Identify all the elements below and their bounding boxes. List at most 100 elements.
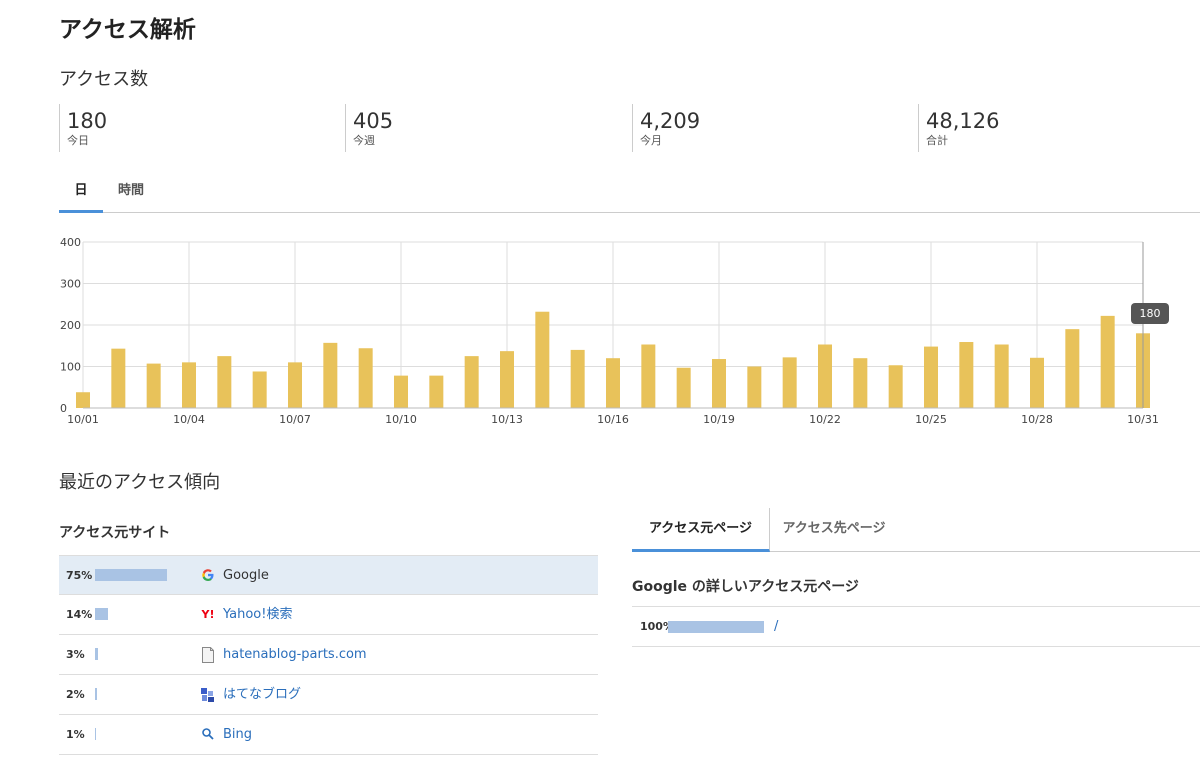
page-tabs: アクセス元ページ アクセス先ページ xyxy=(632,508,1200,552)
x-tick-label: 10/19 xyxy=(703,413,735,426)
chart-bar xyxy=(853,358,868,408)
chart-bar xyxy=(146,363,161,408)
stat-week-label: 今週 xyxy=(353,134,375,147)
chart-bar xyxy=(570,349,585,408)
stat-today-value: 180 xyxy=(67,109,108,133)
google-detail-title: Google の詳しいアクセス元ページ xyxy=(632,579,859,595)
x-tick-label: 10/25 xyxy=(915,413,947,426)
recent-trend-title: 最近のアクセス傾向 xyxy=(59,472,221,493)
chart-bar xyxy=(111,348,126,408)
chart-bar xyxy=(323,342,338,408)
chart-bar xyxy=(747,366,762,408)
y-tick-label: 300 xyxy=(60,278,81,291)
chart-bar xyxy=(76,392,90,408)
stat-today: 180 今日 xyxy=(59,104,107,152)
chart-bar xyxy=(676,367,691,408)
chart-bar xyxy=(288,362,302,408)
stat-total: 48,126 合計 xyxy=(918,104,999,152)
tab-day[interactable]: 日 xyxy=(59,172,103,213)
detail-page-link[interactable]: / xyxy=(774,607,778,647)
tab-hour[interactable]: 時間 xyxy=(111,172,151,213)
x-tick-label: 10/31 xyxy=(1127,413,1159,426)
table-row[interactable]: 100% / xyxy=(632,606,1200,647)
list-item[interactable]: 14% Y! Yahoo!検索 xyxy=(59,595,598,635)
x-tick-label: 10/28 xyxy=(1021,413,1053,426)
chart-bar xyxy=(818,344,832,408)
x-tick-label: 10/16 xyxy=(597,413,629,426)
detail-bar xyxy=(668,621,764,633)
chart-bar xyxy=(959,342,974,408)
referrer-link[interactable]: Google xyxy=(223,556,269,596)
chart-bar xyxy=(782,357,797,408)
chart-bar xyxy=(182,362,196,408)
chart-bar xyxy=(429,375,444,408)
y-tick-label: 0 xyxy=(60,402,67,415)
x-tick-label: 10/13 xyxy=(491,413,523,426)
tab-source-page[interactable]: アクセス元ページ xyxy=(632,508,770,552)
stat-month: 4,209 今月 xyxy=(632,104,700,152)
chart-bar xyxy=(712,359,726,408)
stats-row: 180 今日 405 今週 4,209 今月 48,126 合計 xyxy=(59,104,1200,152)
referrer-bar xyxy=(95,688,97,700)
chart-bar xyxy=(1065,329,1080,408)
chart-bar xyxy=(924,346,938,408)
x-tick-label: 10/07 xyxy=(279,413,311,426)
chart-bar xyxy=(252,371,267,408)
referrer-bar xyxy=(95,608,109,620)
stat-week-value: 405 xyxy=(353,109,394,133)
referrer-percent: 14% xyxy=(66,608,93,621)
chart-tabs: 日 時間 xyxy=(59,172,1200,213)
stat-month-label: 今月 xyxy=(640,134,662,147)
chart-bar xyxy=(464,356,479,408)
chart-bar xyxy=(358,348,373,408)
chart-bar xyxy=(606,358,620,408)
stat-total-value: 48,126 xyxy=(926,109,1000,133)
stat-week: 405 今週 xyxy=(345,104,393,152)
chart-bar xyxy=(500,351,514,408)
daily-access-chart: 0 100 200 300 400 10/01 10/04 10/07 10/10 10/13 10… xyxy=(60,236,1159,426)
chart-bar xyxy=(994,344,1009,408)
x-tick-label: 10/22 xyxy=(809,413,841,426)
chart-bar xyxy=(888,365,903,408)
page-title: アクセス解析 xyxy=(59,17,196,43)
y-tick-label: 100 xyxy=(60,361,81,374)
referrer-link[interactable]: Bing xyxy=(223,715,252,755)
x-tick-label: 10/04 xyxy=(173,413,205,426)
list-item[interactable]: 1% Bing xyxy=(59,715,598,755)
referrer-link[interactable]: hatenablog-parts.com xyxy=(223,635,367,675)
stat-month-value: 4,209 xyxy=(640,109,701,133)
referrer-sites-title: アクセス元サイト xyxy=(59,525,171,541)
list-item[interactable]: 3% hatenablog-parts.com xyxy=(59,635,598,675)
referrer-link[interactable]: はてなブログ xyxy=(223,675,301,715)
chart-bar xyxy=(1100,315,1115,408)
chart-bar xyxy=(217,356,232,408)
chart-tooltip: 180 xyxy=(1131,303,1169,324)
google-icon xyxy=(200,568,216,584)
chart-bar xyxy=(535,311,550,408)
stat-total-label: 合計 xyxy=(926,134,948,147)
list-item[interactable]: 75% Google xyxy=(59,555,598,595)
search-icon xyxy=(200,727,216,743)
referrer-bar xyxy=(95,569,167,581)
referrer-percent: 75% xyxy=(66,569,93,582)
access-count-title: アクセス数 xyxy=(59,69,149,90)
x-tick-label: 10/01 xyxy=(67,413,99,426)
chart-bar xyxy=(1030,357,1044,408)
referrer-percent: 1% xyxy=(66,728,85,741)
referrer-percent: 2% xyxy=(66,688,85,701)
referrer-bar xyxy=(95,648,98,660)
tab-destination-page[interactable]: アクセス先ページ xyxy=(770,508,898,552)
referrer-bar xyxy=(95,728,96,740)
y-tick-label: 200 xyxy=(60,319,81,332)
list-item[interactable]: 2% はてなブログ xyxy=(59,675,598,715)
referrer-list: 75% Google 14% Y! Yahoo!検索 3% hatenablog… xyxy=(59,555,598,755)
stat-today-label: 今日 xyxy=(67,134,89,147)
referrer-link[interactable]: Yahoo!検索 xyxy=(223,595,292,635)
hatena-blog-icon xyxy=(200,687,216,703)
chart-bar xyxy=(641,344,656,408)
page-icon xyxy=(200,647,216,663)
yahoo-icon: Y! xyxy=(201,608,215,621)
y-tick-label: 400 xyxy=(60,236,81,249)
chart-bar xyxy=(394,375,408,408)
x-tick-label: 10/10 xyxy=(385,413,417,426)
